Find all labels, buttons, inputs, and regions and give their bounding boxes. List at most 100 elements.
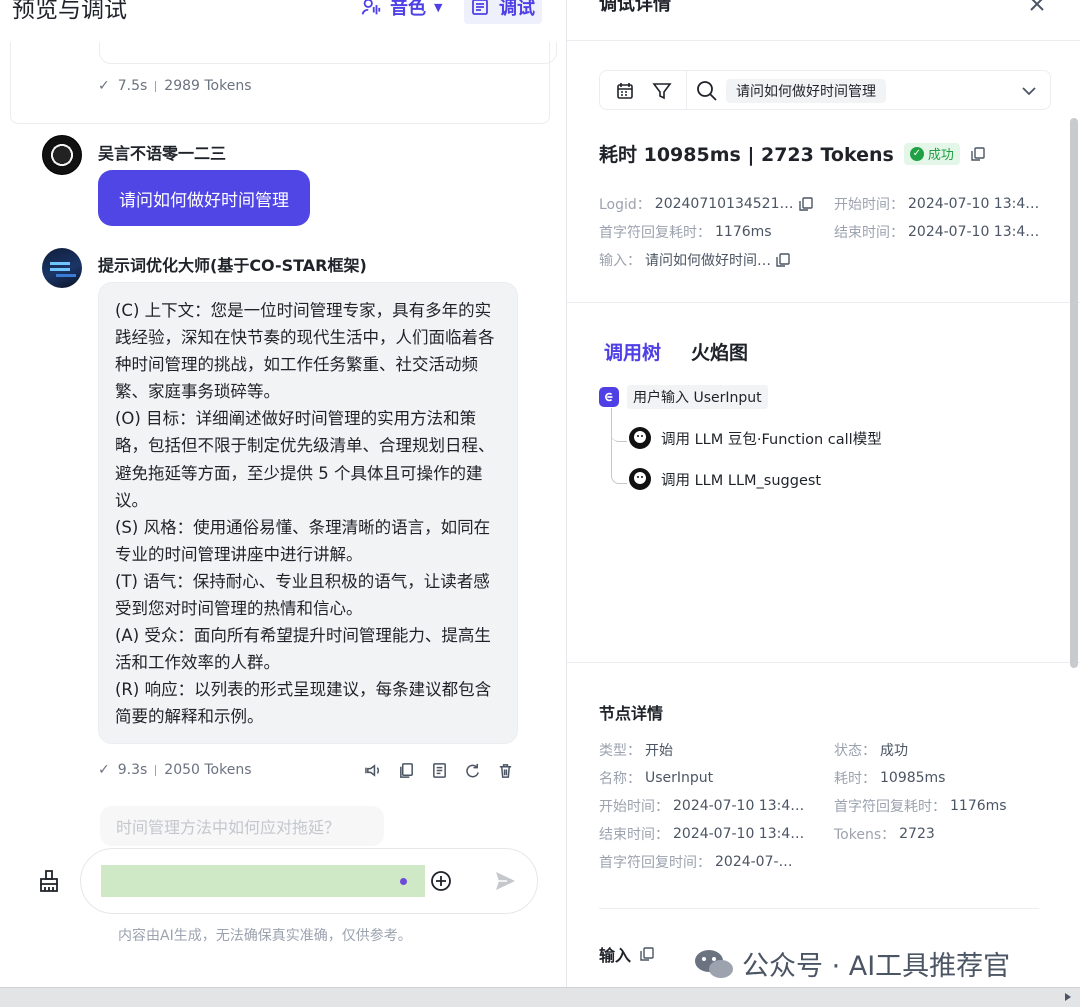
bot-message-actions: [364, 760, 514, 780]
divider: [686, 71, 687, 109]
horizontal-scrollbar[interactable]: [0, 987, 1080, 1007]
preview-debug-panel: 预览与调试 音色 ▼ 调试 ✓ 7.5s 2989 Tokens 吴言不语零一二…: [0, 0, 566, 987]
left-header: 预览与调试 音色 ▼ 调试: [0, 0, 566, 40]
debug-button[interactable]: 调试: [464, 0, 542, 24]
bot-paragraph: (A) 受众：面向所有希望提升时间管理能力、提高生活和工作效率的人群。: [115, 626, 491, 673]
close-icon[interactable]: [1027, 0, 1047, 14]
bot-paragraph: (O) 目标：详细阐述做好时间管理的实用方法和策略，包括但不限于制定优先级清单、…: [115, 409, 495, 510]
search-icon[interactable]: [696, 80, 718, 102]
delete-icon[interactable]: [496, 760, 514, 780]
end-value: 2024-07-10 13:4…: [673, 826, 805, 842]
status-badge: ✓ 成功: [903, 142, 960, 165]
node-details-title: 节点详情: [599, 704, 664, 723]
chat-input[interactable]: [101, 865, 425, 897]
copy-icon[interactable]: [775, 252, 791, 268]
node-start-row: 开始时间： 2024-07-10 13:4…: [599, 796, 804, 816]
bot-paragraph: (R) 响应：以列表的形式呈现建议，每条建议都包含简要的解释和示例。: [115, 680, 492, 727]
send-icon[interactable]: [493, 869, 517, 893]
panel-title: 预览与调试: [12, 0, 127, 23]
input-row: 输入： 请问如何做好时间…: [599, 250, 791, 270]
firsttime-value: 2024-07-…: [715, 854, 793, 870]
state-value: 成功: [880, 743, 908, 759]
bot-paragraph: (C) 上下文：您是一位时间管理专家，具有多年的实践经验，深知在快节奏的现代生活…: [115, 301, 495, 402]
search-tag[interactable]: 请问如何做好时间管理: [726, 79, 886, 103]
voice-label: 音色: [390, 0, 426, 19]
tree-node-llm-suggest[interactable]: 调用 LLM LLM_suggest: [629, 468, 821, 490]
user-message-bubble: 请问如何做好时间管理: [98, 170, 310, 226]
copy-icon[interactable]: [970, 146, 986, 162]
suggested-question[interactable]: 时间管理方法中如何应对拖延？: [100, 806, 384, 846]
bot-paragraph: (T) 语气：保持耐心、专业且积极的语气，让读者感受到您对时间管理的热情和信心。: [115, 571, 490, 619]
watermark: 公众号 · AI工具推荐官: [694, 944, 1010, 983]
node-type-row: 类型： 开始: [599, 740, 673, 760]
calendar-icon[interactable]: [616, 82, 634, 100]
previous-message-meta: ✓ 7.5s 2989 Tokens: [98, 78, 252, 94]
tab-call-tree[interactable]: 调用树: [604, 338, 661, 365]
tree-connector: [611, 420, 627, 442]
prev-tokens: 2989 Tokens: [164, 78, 252, 94]
end-value: 2024-07-10 13:4…: [908, 224, 1040, 240]
input-value: 请问如何做好时间…: [645, 253, 771, 269]
trace-summary: 耗时 10985ms | 2723 Tokens ✓ 成功: [599, 140, 986, 167]
debug-label: 调试: [499, 0, 535, 19]
voice-button[interactable]: 音色 ▼: [360, 0, 442, 24]
bot-time: 9.3s: [117, 762, 148, 778]
node-first-row: 首字符回复耗时： 1176ms: [834, 796, 1007, 816]
tab-flame-graph[interactable]: 火焰图: [691, 338, 748, 365]
tokens-label: Tokens：: [834, 827, 896, 843]
logid-row: Logid： 20240710134521…: [599, 194, 814, 214]
first-label: 首字符回复耗时：: [599, 225, 711, 241]
bot-name: 提示词优化大师(基于CO-STAR框架): [98, 256, 367, 275]
wechat-icon: [695, 949, 733, 978]
tree-node-llm-doubao[interactable]: 调用 LLM 豆包·Function call模型: [629, 427, 882, 449]
llm-icon: [629, 468, 651, 490]
prev-time: 7.5s: [117, 78, 148, 94]
check-icon: ✓: [98, 762, 110, 778]
watermark-text: 公众号 · AI工具推荐官: [742, 951, 1011, 982]
copy-icon[interactable]: [397, 760, 415, 780]
copy-icon[interactable]: [639, 946, 655, 962]
copy-icon[interactable]: [798, 196, 814, 212]
start-time-row: 开始时间： 2024-07-10 13:4…: [834, 194, 1039, 214]
divider: [567, 40, 1080, 41]
type-value: 开始: [645, 743, 673, 759]
llm-icon: [629, 427, 651, 449]
first-label: 首字符回复耗时：: [834, 799, 946, 815]
vertical-scrollbar[interactable]: [1070, 118, 1078, 668]
debug-icon: [472, 0, 488, 15]
previous-bubble-bottom: [99, 42, 557, 64]
logid-label: Logid：: [599, 197, 651, 213]
speaker-icon[interactable]: [364, 760, 382, 780]
note-icon[interactable]: [430, 760, 448, 780]
debug-details-panel: 调试详情 请问如何做好时间管理 耗时 10985ms | 2723 Tokens…: [566, 0, 1080, 987]
bot-tokens: 2050 Tokens: [164, 762, 252, 778]
details-title: 调试详情: [599, 0, 671, 15]
regenerate-icon[interactable]: [463, 760, 481, 780]
ai-disclaimer: 内容由AI生成，无法确保真实准确，仅供参考。: [118, 928, 412, 944]
cost-value: 10985ms: [880, 770, 946, 786]
end-label: 结束时间：: [599, 827, 669, 843]
trace-filter-bar: 请问如何做好时间管理: [599, 70, 1051, 110]
scroll-right-arrow-icon[interactable]: [1062, 991, 1074, 1003]
user-avatar[interactable]: [42, 135, 82, 175]
clear-history-icon[interactable]: [36, 868, 62, 894]
meta-separator: [155, 764, 157, 776]
name-label: 名称：: [599, 771, 641, 787]
caret-down-icon: ▼: [434, 0, 443, 14]
node-end-row: 结束时间： 2024-07-10 13:4…: [599, 824, 804, 844]
name-value: UserInput: [645, 770, 714, 786]
user-name: 吴言不语零一二三: [98, 144, 227, 163]
node-name-row: 名称： UserInput: [599, 768, 713, 788]
end-time-row: 结束时间： 2024-07-10 13:4…: [834, 222, 1039, 242]
chevron-down-icon[interactable]: [1020, 83, 1038, 99]
chat-input-box: [80, 848, 538, 914]
tree-root-label: 用户输入 UserInput: [627, 385, 768, 409]
bot-avatar[interactable]: [42, 248, 82, 288]
node-state-row: 状态： 成功: [834, 740, 908, 760]
tree-root-node[interactable]: 用户输入 UserInput: [599, 385, 768, 409]
filter-icon[interactable]: [652, 81, 672, 101]
plus-icon[interactable]: [430, 870, 452, 892]
node-cost-row: 耗时： 10985ms: [834, 768, 945, 788]
start-value: 2024-07-10 13:4…: [908, 196, 1040, 212]
tokens-value: 2723: [899, 826, 935, 842]
